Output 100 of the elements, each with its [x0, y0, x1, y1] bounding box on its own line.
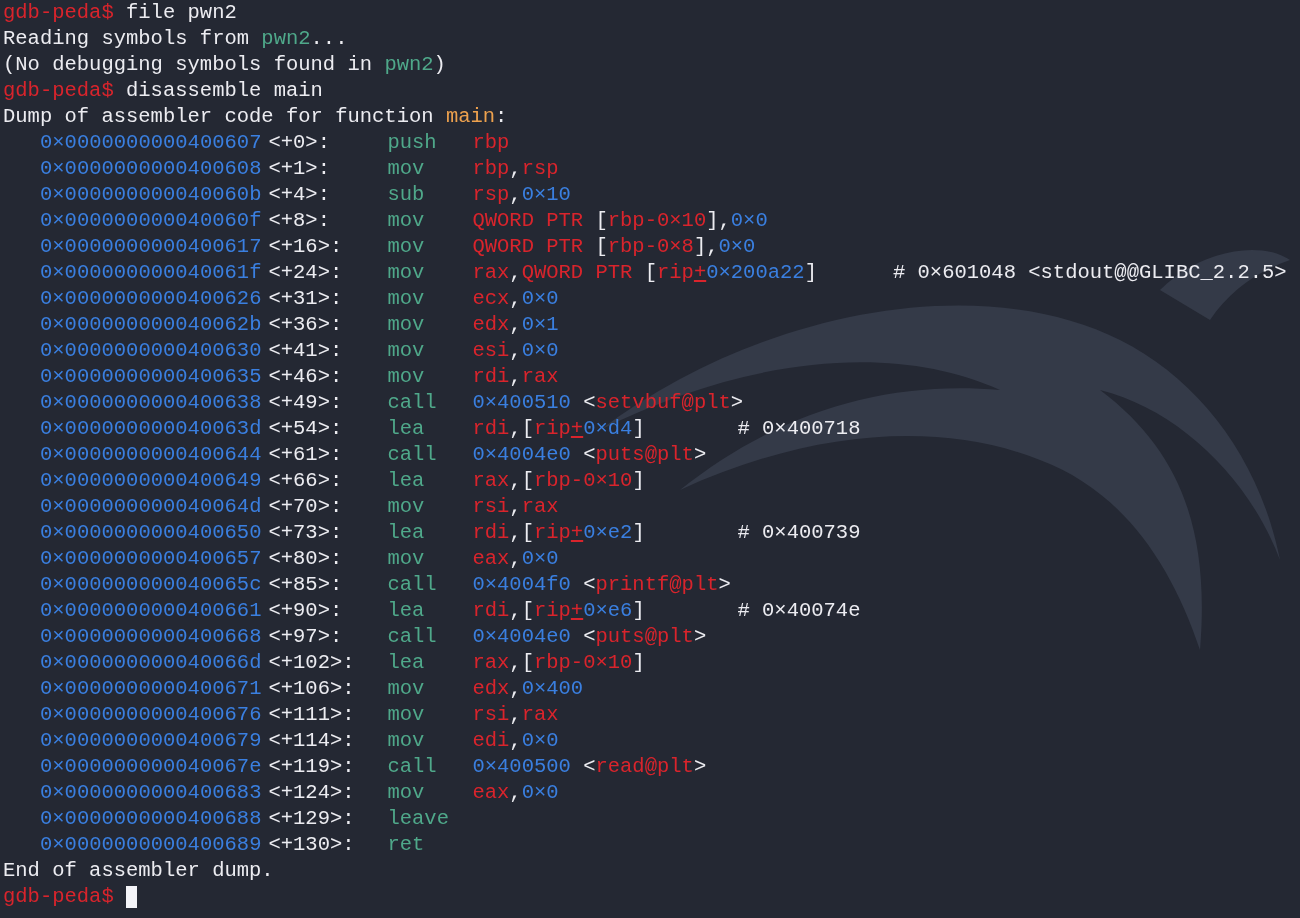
prompt-text: gdb-peda$ [3, 0, 114, 26]
instruction-mnemonic: mov [387, 209, 425, 232]
instruction-operands: edx,0×400 [472, 677, 584, 700]
output-line: End of assembler dump. [3, 858, 274, 884]
instruction-address: 0×0000000000400668 [40, 624, 262, 650]
instruction-mnemonic: ret [387, 833, 425, 856]
instruction-offset: <+0>: [268, 131, 330, 154]
instruction-offset: <+46>: [268, 365, 343, 388]
instruction-offset: <+41>: [268, 339, 343, 362]
instruction-offset: <+102>: [268, 651, 355, 674]
instruction-address: 0×0000000000400649 [40, 468, 262, 494]
instruction-mnemonic: lea [387, 651, 425, 674]
instruction-address: 0×000000000040061f [40, 260, 262, 286]
instruction-offset: <+106>: [268, 677, 355, 700]
instruction-address: 0×0000000000400617 [40, 234, 262, 260]
instruction-offset: <+124>: [268, 781, 355, 804]
instruction-operands: rdi,[rip+0×e6] [472, 599, 645, 622]
instruction-offset: <+66>: [268, 469, 343, 492]
instruction-operands: rbp [472, 131, 510, 154]
instruction-operands: edx,0×1 [472, 313, 559, 336]
instruction-mnemonic: lea [387, 469, 425, 492]
instruction-offset: <+73>: [268, 521, 343, 544]
instruction-offset: <+1>: [268, 157, 330, 180]
instruction-offset: <+8>: [268, 209, 330, 232]
instruction-operands: QWORD PTR [rbp-0×10],0×0 [472, 209, 768, 232]
instruction-operands: rax,[rbp-0×10] [472, 469, 645, 492]
instruction-mnemonic: call [387, 573, 437, 596]
instruction-offset: <+61>: [268, 443, 343, 466]
instruction-mnemonic: mov [387, 365, 425, 388]
instruction-offset: <+97>: [268, 625, 343, 648]
instruction-operands: 0×400510 <setvbuf@plt> [472, 391, 744, 414]
instruction-mnemonic: mov [387, 339, 425, 362]
instruction-address: 0×0000000000400661 [40, 598, 262, 624]
instruction-offset: <+49>: [268, 391, 343, 414]
instruction-address: 0×000000000040067e [40, 754, 262, 780]
instruction-mnemonic: call [387, 625, 437, 648]
instruction-mnemonic: push [387, 131, 437, 154]
instruction-operands: eax,0×0 [472, 547, 559, 570]
output-line: Reading symbols from pwn2... [3, 26, 348, 52]
instruction-address: 0×0000000000400608 [40, 156, 262, 182]
instruction-operands: 0×4004e0 <puts@plt> [472, 625, 707, 648]
instruction-address: 0×0000000000400676 [40, 702, 262, 728]
instruction-offset: <+130>: [268, 833, 355, 856]
command-text: disassemble main [126, 78, 323, 104]
instruction-address: 0×000000000040064d [40, 494, 262, 520]
instruction-offset: <+16>: [268, 235, 343, 258]
instruction-address: 0×0000000000400657 [40, 546, 262, 572]
instruction-offset: <+119>: [268, 755, 355, 778]
instruction-address: 0×000000000040060f [40, 208, 262, 234]
instruction-address: 0×000000000040066d [40, 650, 262, 676]
instruction-address: 0×0000000000400607 [40, 130, 262, 156]
prompt-text: gdb-peda$ [3, 884, 114, 910]
instruction-offset: <+4>: [268, 183, 330, 206]
instruction-address: 0×0000000000400650 [40, 520, 262, 546]
instruction-operands: rdi,rax [472, 365, 559, 388]
instruction-address: 0×0000000000400689 [40, 832, 262, 858]
instruction-address: 0×0000000000400644 [40, 442, 262, 468]
instruction-mnemonic: call [387, 755, 437, 778]
instruction-mnemonic: call [387, 443, 437, 466]
instruction-offset: <+70>: [268, 495, 343, 518]
instruction-offset: <+24>: [268, 261, 343, 284]
instruction-address: 0×0000000000400630 [40, 338, 262, 364]
instruction-mnemonic: lea [387, 417, 425, 440]
instruction-mnemonic: leave [387, 807, 449, 830]
output-line: (No debugging symbols found in pwn2) [3, 52, 446, 78]
instruction-offset: <+31>: [268, 287, 343, 310]
instruction-operands: rsp,0×10 [472, 183, 571, 206]
instruction-offset: <+80>: [268, 547, 343, 570]
prompt-text: gdb-peda$ [3, 78, 114, 104]
instruction-operands: rsi,rax [472, 495, 559, 518]
instruction-operands: esi,0×0 [472, 339, 559, 362]
instruction-address: 0×000000000040063d [40, 416, 262, 442]
instruction-address: 0×0000000000400635 [40, 364, 262, 390]
instruction-operands: rbp,rsp [472, 157, 559, 180]
instruction-address: 0×0000000000400626 [40, 286, 262, 312]
instruction-mnemonic: lea [387, 599, 425, 622]
instruction-operands: 0×400500 <read@plt> [472, 755, 707, 778]
instruction-address: 0×0000000000400671 [40, 676, 262, 702]
instruction-operands: rsi,rax [472, 703, 559, 726]
instruction-offset: <+36>: [268, 313, 343, 336]
instruction-offset: <+85>: [268, 573, 343, 596]
instruction-mnemonic: mov [387, 677, 425, 700]
instruction-comment: # 0×400739 [737, 520, 861, 546]
instruction-mnemonic: mov [387, 547, 425, 570]
instruction-address: 0×0000000000400679 [40, 728, 262, 754]
instruction-operands: edi,0×0 [472, 729, 559, 752]
instruction-mnemonic: mov [387, 495, 425, 518]
instruction-mnemonic: mov [387, 781, 425, 804]
instruction-mnemonic: mov [387, 703, 425, 726]
instruction-comment: # 0×40074e [737, 598, 861, 624]
instruction-mnemonic: mov [387, 235, 425, 258]
instruction-mnemonic: mov [387, 313, 425, 336]
output-line: Dump of assembler code for function main: [3, 104, 508, 130]
command-text: file pwn2 [126, 0, 237, 26]
instruction-operands: 0×4004f0 <printf@plt> [472, 573, 731, 596]
instruction-mnemonic: lea [387, 521, 425, 544]
instruction-address: 0×000000000040065c [40, 572, 262, 598]
instruction-mnemonic: sub [387, 183, 425, 206]
instruction-address: 0×0000000000400638 [40, 390, 262, 416]
instruction-offset: <+114>: [268, 729, 355, 752]
